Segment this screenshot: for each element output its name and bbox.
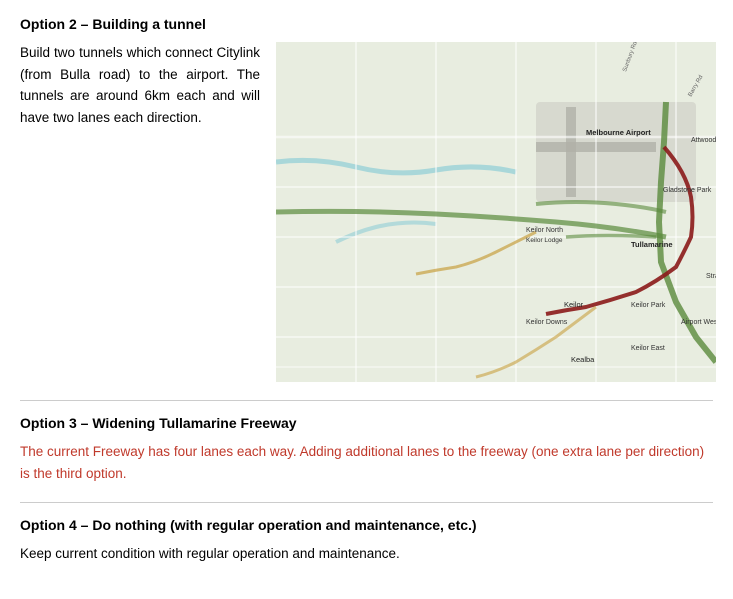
section-divider-1 xyxy=(20,400,713,401)
svg-text:Kealba: Kealba xyxy=(571,355,595,364)
svg-text:Keilor Downs: Keilor Downs xyxy=(526,319,568,326)
svg-text:Attwood: Attwood xyxy=(691,137,716,144)
option4-body: Keep current condition with regular oper… xyxy=(20,543,713,565)
option3-title: Option 3 – Widening Tullamarine Freeway xyxy=(20,415,713,431)
option3-body-text: The current Freeway has four lanes each … xyxy=(20,444,704,481)
option3-body: The current Freeway has four lanes each … xyxy=(20,441,713,484)
svg-text:Keilor Park: Keilor Park xyxy=(631,302,666,309)
option3-section: Option 3 – Widening Tullamarine Freeway … xyxy=(20,415,713,484)
svg-text:Strathmore Hts: Strathmore Hts xyxy=(706,273,716,280)
svg-text:Gladstone Park: Gladstone Park xyxy=(663,187,712,194)
svg-text:Keilor North: Keilor North xyxy=(526,227,563,234)
svg-text:Keilor: Keilor xyxy=(564,300,584,309)
option2-text: Build two tunnels which connect Citylink… xyxy=(20,42,260,128)
svg-text:Keilor Lodge: Keilor Lodge xyxy=(526,237,563,244)
svg-text:Airport West: Airport West xyxy=(681,319,716,326)
map-svg: Meadow Heights Coolaroo Campbellfield Me… xyxy=(276,42,716,382)
option2-title: Option 2 – Building a tunnel xyxy=(20,16,713,32)
svg-text:Melbourne Airport: Melbourne Airport xyxy=(586,128,651,137)
section-divider-2 xyxy=(20,502,713,503)
svg-text:Keilor East: Keilor East xyxy=(631,345,665,352)
option4-section: Option 4 – Do nothing (with regular oper… xyxy=(20,517,713,565)
option4-title: Option 4 – Do nothing (with regular oper… xyxy=(20,517,713,533)
option2-content: Build two tunnels which connect Citylink… xyxy=(20,42,713,382)
map-container: Meadow Heights Coolaroo Campbellfield Me… xyxy=(276,42,716,382)
map-image: Meadow Heights Coolaroo Campbellfield Me… xyxy=(276,42,716,382)
option2-section: Option 2 – Building a tunnel Build two t… xyxy=(20,16,713,382)
svg-text:Tullamarine: Tullamarine xyxy=(631,240,673,249)
